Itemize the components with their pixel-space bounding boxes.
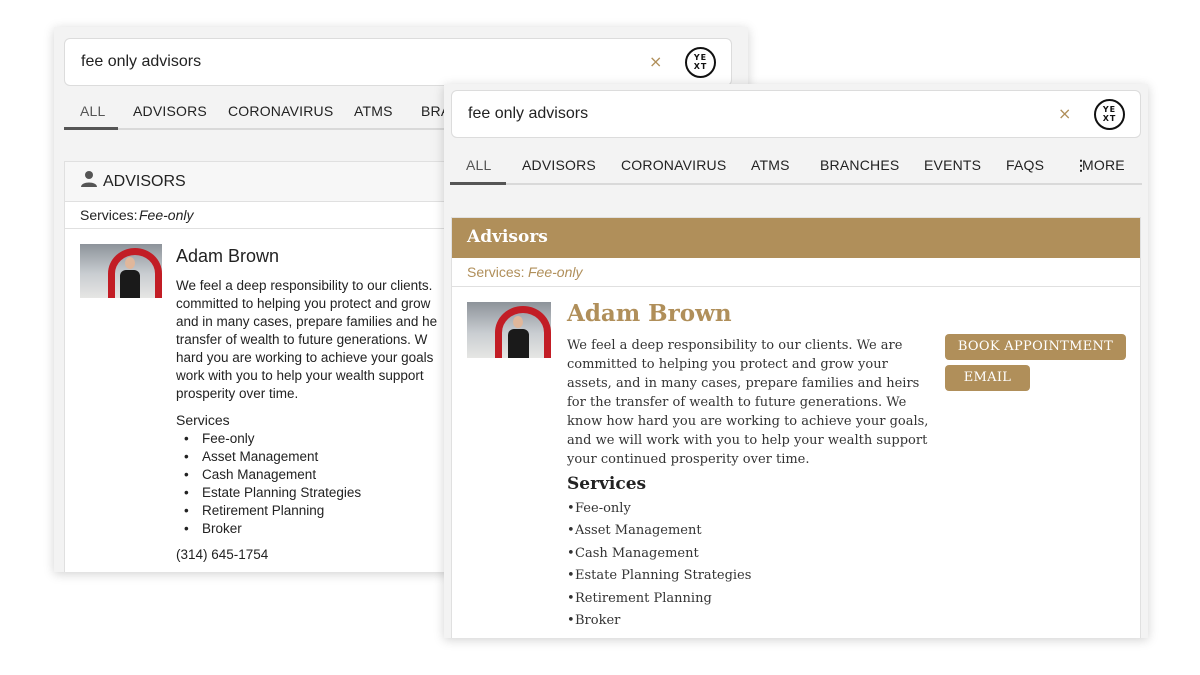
active-tab-indicator — [450, 182, 506, 185]
list-item: •Broker — [567, 613, 621, 629]
filter-label: Services: — [467, 264, 525, 280]
list-item: •Estate Planning Strategies — [567, 568, 752, 584]
filter-value: Fee-only — [528, 264, 583, 280]
tab-events[interactable]: EVENTS — [924, 157, 981, 173]
tab-advisors[interactable]: ADVISORS — [522, 157, 596, 173]
yext-logo-icon[interactable]: YE XT — [1094, 99, 1125, 130]
filter-value: Fee-only — [139, 207, 194, 223]
tab-atms[interactable]: ATMS — [751, 157, 790, 173]
search-bar: fee only advisors × YE XT — [64, 38, 732, 86]
list-item: •Estate Planning Strategies — [184, 485, 362, 500]
clear-icon[interactable]: × — [1058, 104, 1071, 123]
list-item: •Fee-only — [184, 431, 255, 446]
vertical-tabs: ALL ADVISORS CORONAVIRUS ATMS BRANCHES E… — [450, 157, 1142, 193]
advisor-phone[interactable]: (314) 645-1754 — [176, 547, 268, 562]
list-item: •Asset Management — [184, 449, 319, 464]
advisor-bio: We feel a deep responsibility to our cli… — [567, 338, 929, 467]
tab-coronavirus[interactable]: CORONAVIRUS — [621, 157, 726, 173]
section-title: Advisors — [467, 227, 548, 247]
section-title: ADVISORS — [103, 173, 186, 190]
email-button[interactable]: EMAIL — [945, 365, 1030, 391]
applied-filter: Services: Fee-only — [452, 258, 1140, 287]
tab-all[interactable]: ALL — [466, 157, 492, 173]
advisor-photo — [80, 244, 162, 298]
search-input[interactable]: fee only advisors — [468, 105, 588, 123]
services-heading: Services — [176, 412, 230, 428]
services-list: •Fee-only •Asset Management •Cash Manage… — [567, 498, 751, 632]
list-item: •Broker — [184, 521, 242, 536]
advisor-photo — [467, 302, 551, 358]
search-input[interactable]: fee only advisors — [81, 53, 201, 71]
section-header: Advisors — [452, 218, 1140, 258]
list-item: •Retirement Planning — [184, 503, 325, 518]
active-tab-indicator — [64, 127, 118, 130]
tabs-divider — [450, 183, 1142, 185]
list-item: •Fee-only — [567, 501, 631, 516]
services-heading: Services — [567, 474, 647, 494]
search-bar: fee only advisors × YE XT — [451, 90, 1141, 138]
yext-logo-icon[interactable]: YE XT — [685, 47, 716, 78]
advisor-bio: We feel a deep responsibility to our cli… — [176, 278, 438, 401]
tab-all[interactable]: ALL — [80, 103, 106, 119]
kebab-icon: ⋮ — [1074, 157, 1089, 173]
list-item: •Cash Management — [184, 467, 317, 482]
front-search-panel: fee only advisors × YE XT ALL ADVISORS CO… — [444, 84, 1148, 638]
tab-advisors[interactable]: ADVISORS — [133, 103, 207, 119]
tab-branches[interactable]: BRANCHES — [820, 157, 899, 173]
list-item: •Asset Management — [567, 523, 702, 539]
clear-icon[interactable]: × — [649, 52, 662, 71]
advisor-name[interactable]: Adam Brown — [567, 300, 732, 327]
more-tabs-button[interactable]: ⋮MORE — [1074, 157, 1125, 174]
tab-coronavirus[interactable]: CORONAVIRUS — [228, 103, 333, 119]
list-item: •Retirement Planning — [567, 590, 712, 606]
filter-label: Services: — [80, 207, 138, 223]
advisors-section: Advisors Services: Fee-only Adam Brown W… — [451, 217, 1141, 638]
advisor-name[interactable]: Adam Brown — [176, 246, 279, 267]
list-item: •Cash Management — [567, 545, 699, 561]
tab-atms[interactable]: ATMS — [354, 103, 393, 119]
book-appointment-button[interactable]: BOOK APPOINTMENT — [945, 334, 1126, 360]
tab-faqs[interactable]: FAQS — [1006, 157, 1044, 173]
services-list: •Fee-only •Asset Management •Cash Manage… — [184, 430, 361, 538]
person-icon — [80, 170, 98, 188]
